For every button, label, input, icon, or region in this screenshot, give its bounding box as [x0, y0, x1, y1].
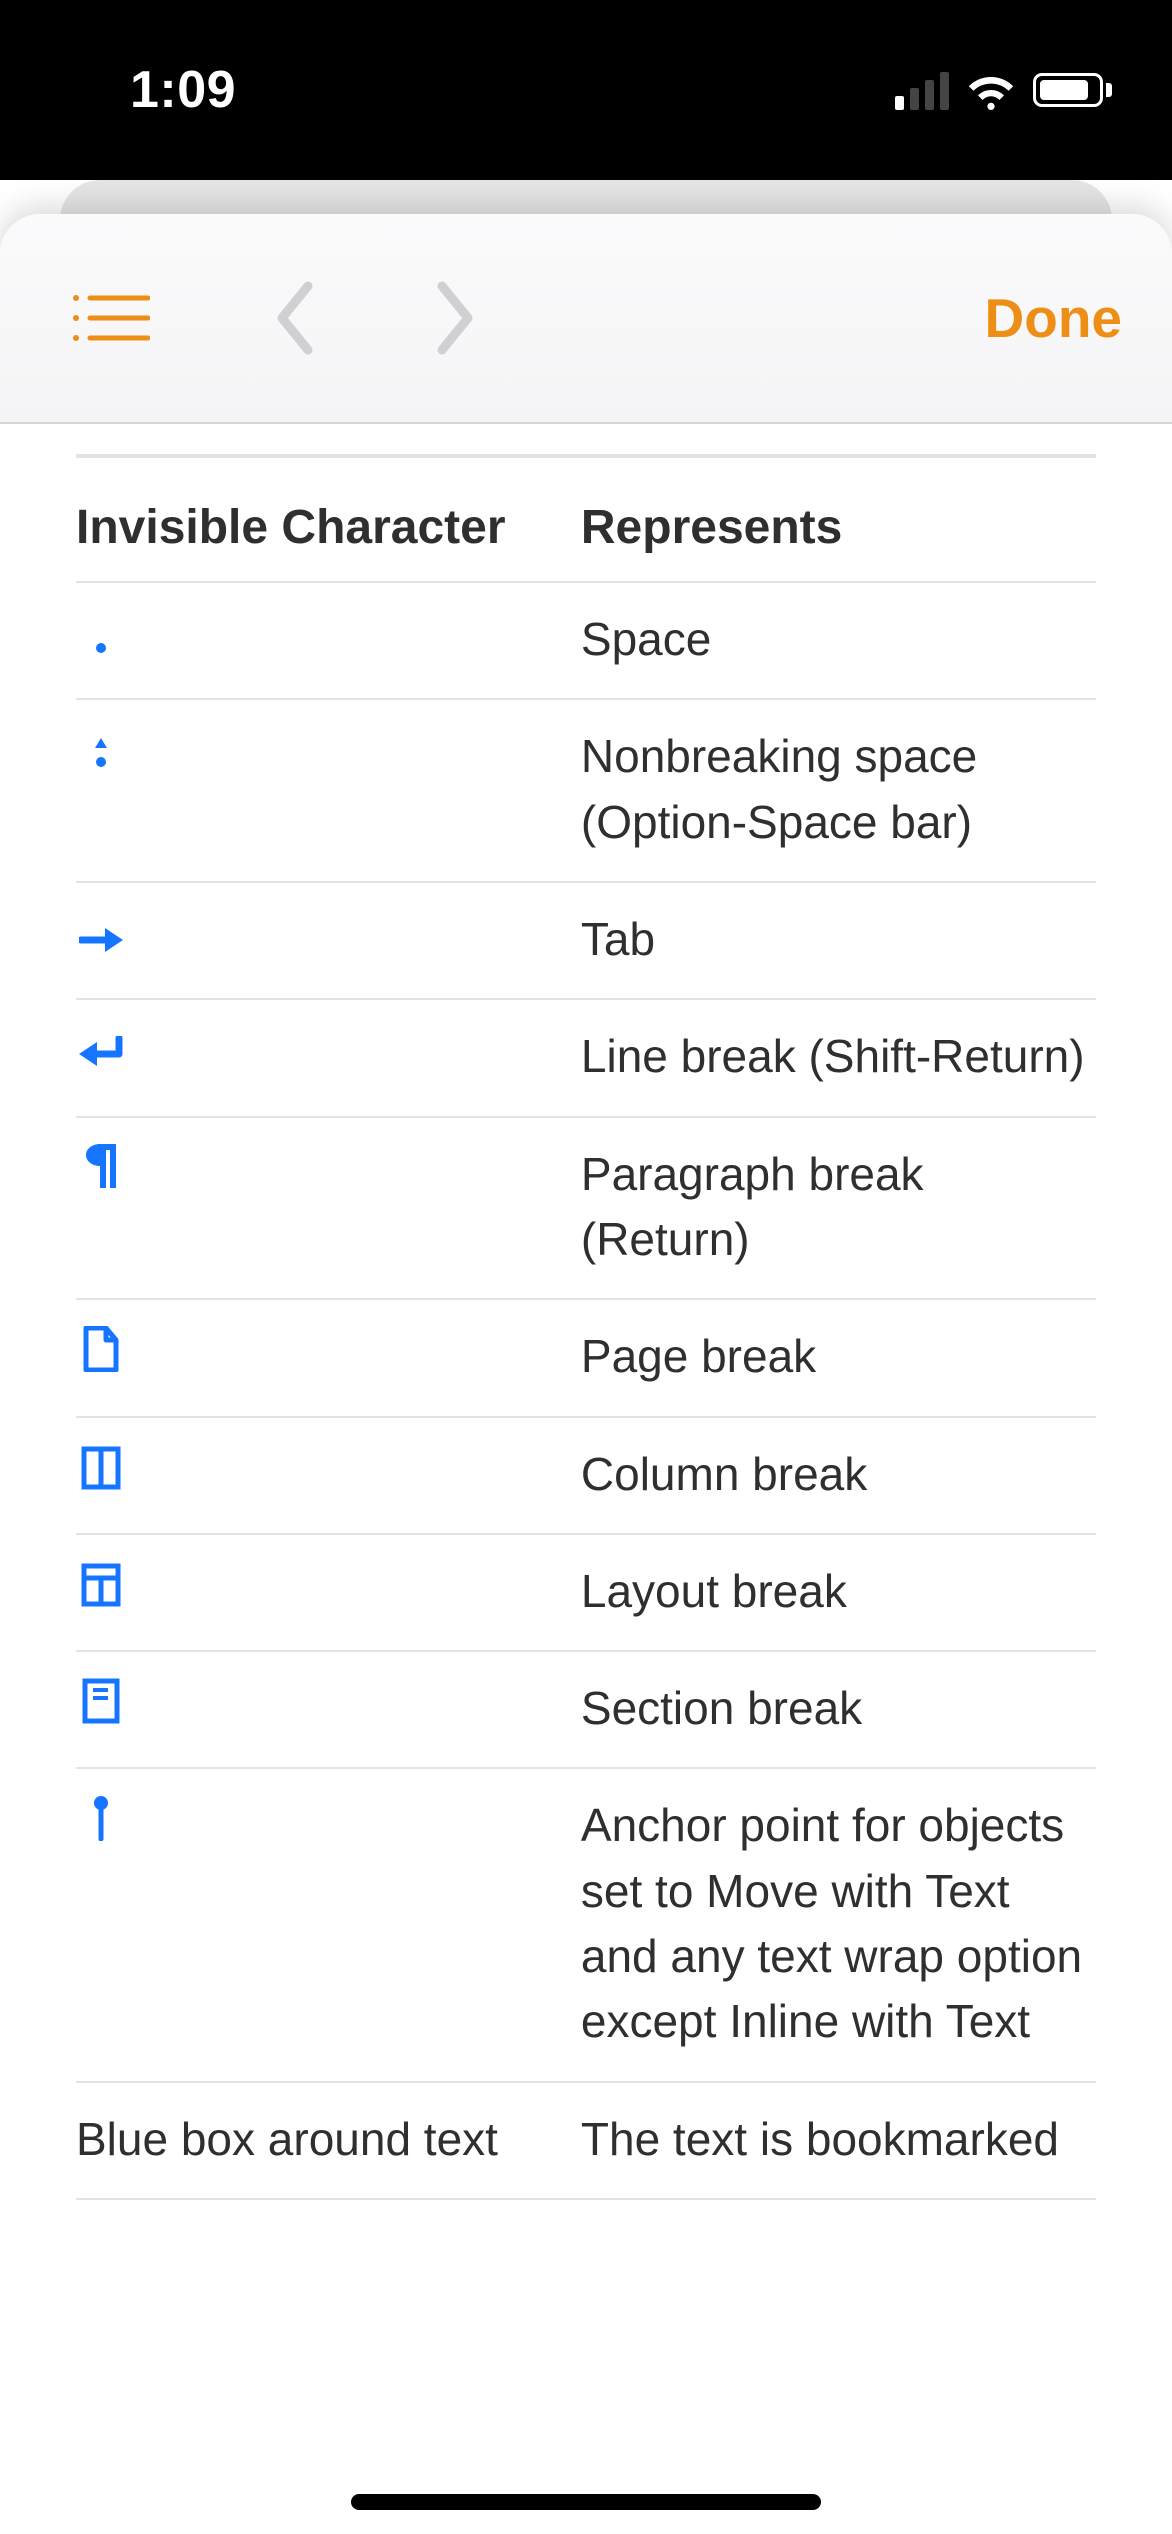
navbar: Done [0, 214, 1172, 424]
table-cell-represents: Nonbreaking space (Option-Space bar) [581, 699, 1096, 882]
table-cell-represents: Line break (Shift-Return) [581, 999, 1096, 1116]
chevron-right-icon[interactable] [430, 278, 480, 358]
table-cell-represents: Tab [581, 882, 1096, 999]
table-cell-represents: Page break [581, 1299, 1096, 1416]
battery-icon [1033, 73, 1112, 107]
tab-arrow-icon [76, 925, 126, 955]
table-cell-represents: Anchor point for objects set to Move wit… [581, 1768, 1096, 2081]
cellular-signal-icon [895, 70, 949, 110]
table-cell-represents: The text is bookmarked [581, 2082, 1096, 2199]
table-cell-represents: Layout break [581, 1534, 1096, 1651]
table-row: Column break [76, 1417, 1096, 1534]
invisible-characters-table: Invisible Character Represents Space [76, 482, 1096, 2200]
table-cell-represents: Paragraph break (Return) [581, 1117, 1096, 1300]
content-area: Invisible Character Represents Space [0, 424, 1172, 2200]
table-row: Nonbreaking space (Option-Space bar) [76, 699, 1096, 882]
table-row: Tab [76, 882, 1096, 999]
table-row: Section break [76, 1651, 1096, 1768]
table-header-col2: Represents [581, 482, 1096, 582]
table-of-contents-button[interactable] [70, 288, 150, 348]
space-dot-icon [76, 641, 126, 655]
nav-arrows [270, 278, 480, 358]
table-cell-represents: Column break [581, 1417, 1096, 1534]
column-break-icon [76, 1446, 126, 1490]
line-break-icon [76, 1036, 126, 1072]
chevron-left-icon[interactable] [270, 278, 320, 358]
table-row: Space [76, 582, 1096, 699]
table-row: Line break (Shift-Return) [76, 999, 1096, 1116]
layout-break-icon [76, 1563, 126, 1607]
status-time: 1:09 [130, 60, 236, 120]
status-bar: 1:09 [0, 0, 1172, 180]
table-cell-invisible: Blue box around text [76, 2113, 498, 2165]
table-cell-represents: Section break [581, 1651, 1096, 1768]
table-row: Paragraph break (Return) [76, 1117, 1096, 1300]
table-header-col1: Invisible Character [76, 482, 581, 582]
table-row: Page break [76, 1299, 1096, 1416]
wifi-icon [965, 70, 1017, 110]
anchor-point-icon [76, 1795, 126, 1841]
table-cell-represents: Space [581, 582, 1096, 699]
table-row: Layout break [76, 1534, 1096, 1651]
divider [76, 454, 1096, 458]
status-icons [895, 70, 1112, 110]
done-button[interactable]: Done [985, 286, 1123, 350]
modal-sheet: Done Invisible Character Represents [0, 214, 1172, 2534]
home-indicator[interactable] [351, 2494, 821, 2510]
page-break-icon [76, 1326, 126, 1372]
section-break-icon [76, 1678, 126, 1724]
table-row: Anchor point for objects set to Move wit… [76, 1768, 1096, 2081]
pilcrow-icon [76, 1142, 126, 1190]
nbsp-icon [76, 736, 126, 772]
device-frame: 1:09 [0, 0, 1172, 2534]
table-row: Blue box around text The text is bookmar… [76, 2082, 1096, 2199]
